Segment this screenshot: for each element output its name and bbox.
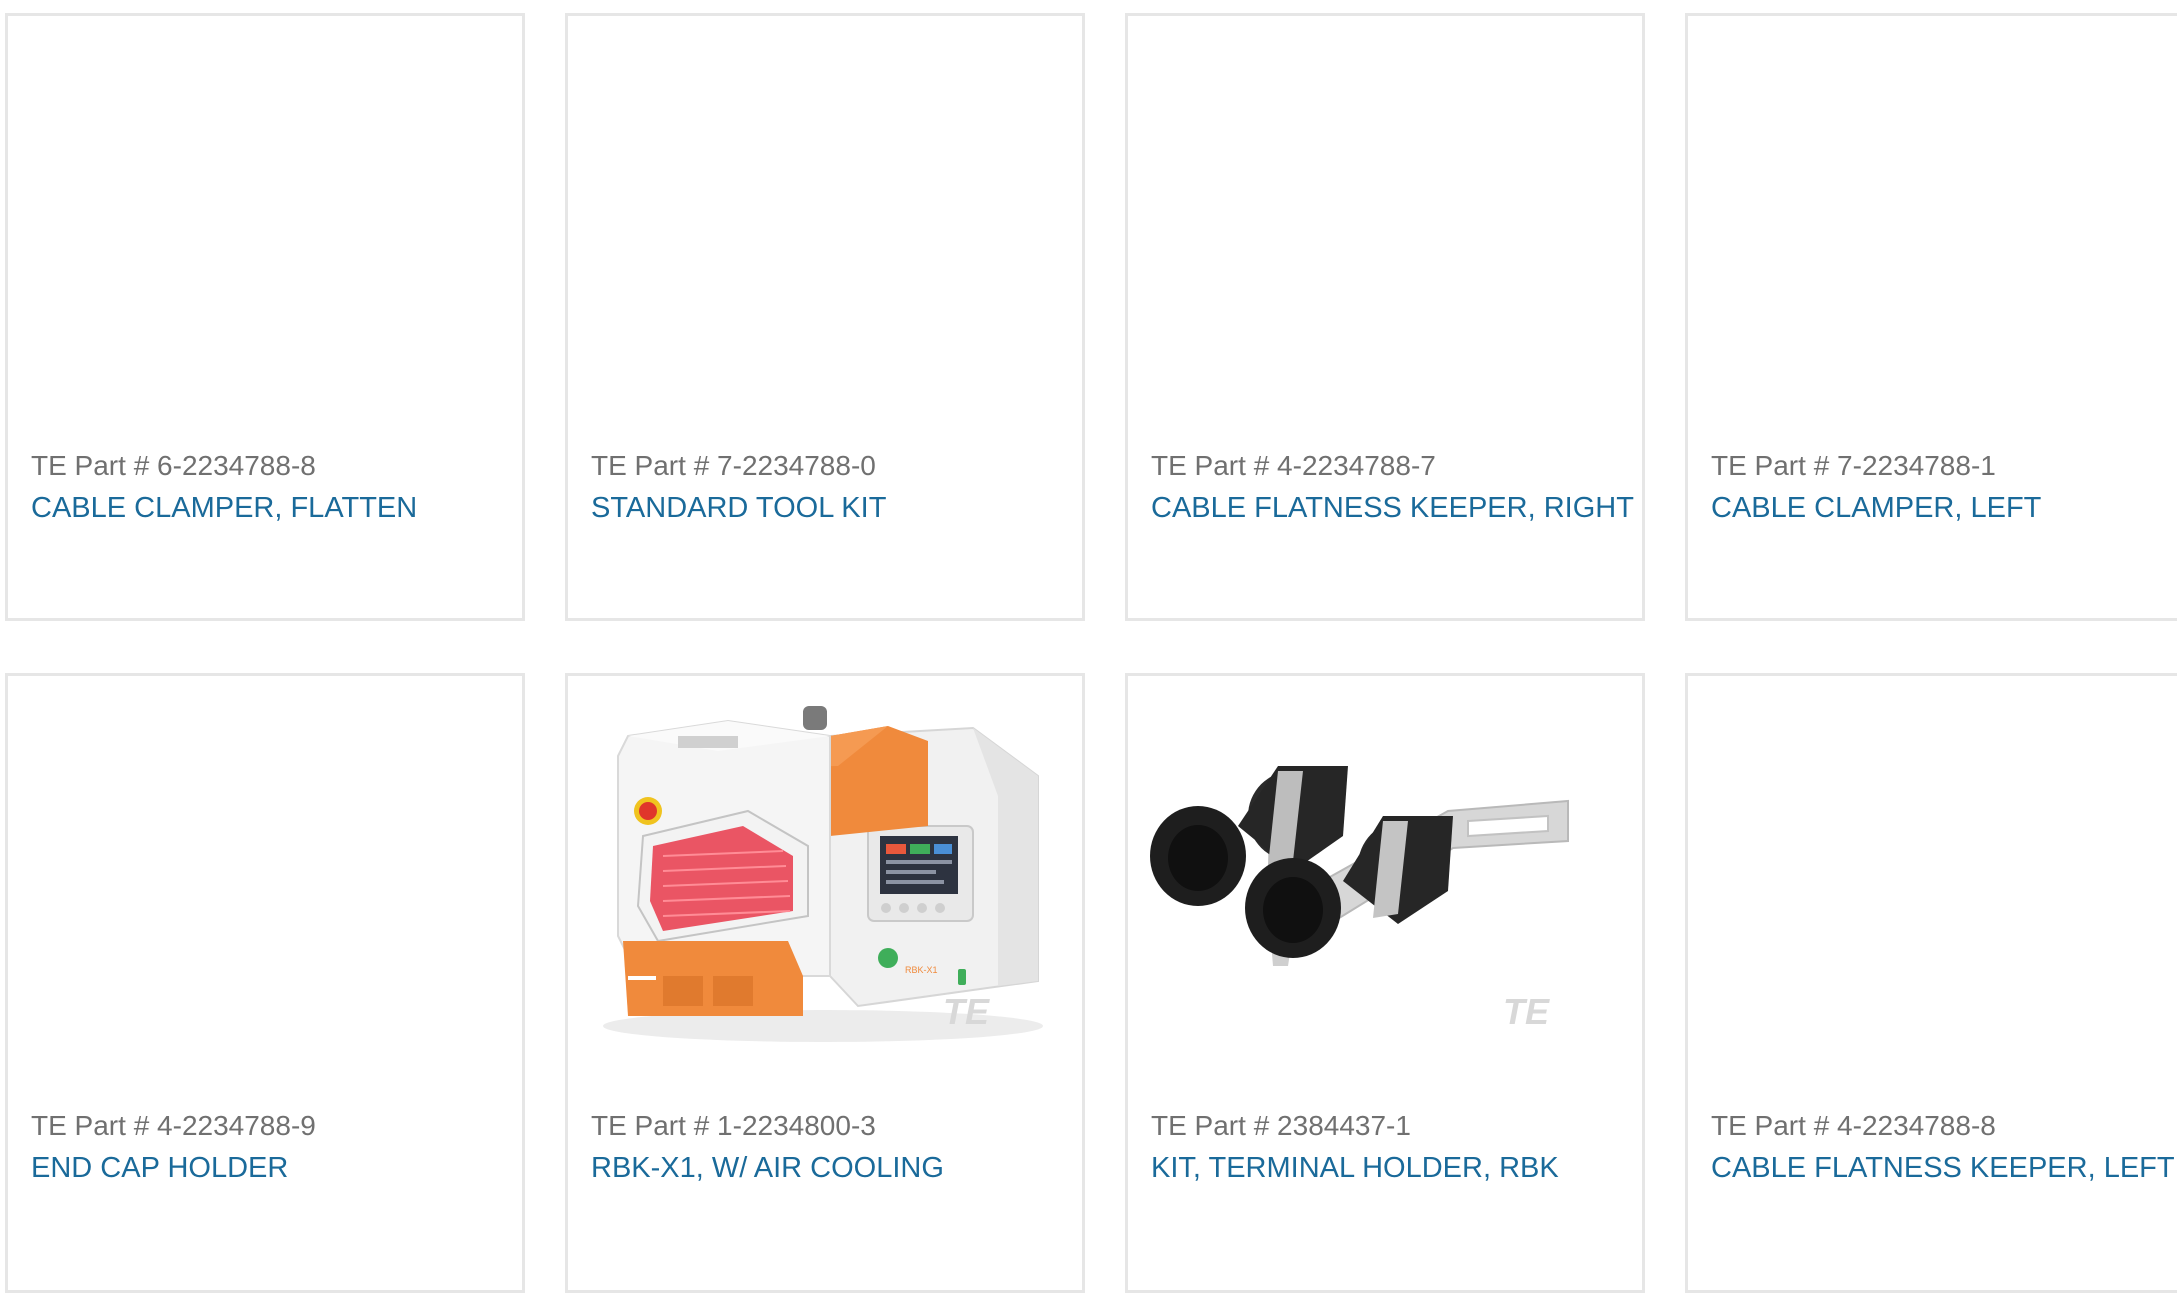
product-image-placeholder[interactable] xyxy=(8,16,522,436)
part-number: TE Part # 4-2234788-8 xyxy=(1711,1110,1996,1141)
product-image-placeholder[interactable] xyxy=(1688,676,2177,1096)
product-image-placeholder[interactable] xyxy=(1688,16,2177,436)
te-watermark: TE xyxy=(1503,991,1550,1032)
product-image-placeholder[interactable] xyxy=(568,16,1082,436)
product-card[interactable]: TE Part # 4-2234788-7 CABLE FLATNESS KEE… xyxy=(1125,13,1645,621)
product-card[interactable]: TE Part # 7-2234788-0 STANDARD TOOL KIT xyxy=(565,13,1085,621)
product-card[interactable]: TE Part # 4-2234788-9 END CAP HOLDER xyxy=(5,673,525,1293)
part-number: TE Part # 4-2234788-9 xyxy=(31,1110,316,1141)
product-image-placeholder[interactable] xyxy=(8,676,522,1096)
part-number: TE Part # 2384437-1 xyxy=(1151,1110,1411,1141)
product-image-machine[interactable]: RBK-X1 TE xyxy=(568,676,1082,1096)
product-card[interactable]: TE TE Part # 2384437-1 KIT, TERMINAL HOL… xyxy=(1125,673,1645,1293)
product-image-terminal-holder[interactable]: TE xyxy=(1128,676,1642,1096)
product-card[interactable]: TE Part # 4-2234788-8 CABLE FLATNESS KEE… xyxy=(1685,673,2177,1293)
product-title-link[interactable]: RBK-X1, W/ AIR COOLING xyxy=(591,1152,944,1185)
product-title-link[interactable]: CABLE CLAMPER, FLATTEN xyxy=(31,492,417,525)
product-title-link[interactable]: CABLE FLATNESS KEEPER, RIGHT xyxy=(1151,492,1634,525)
product-title-link[interactable]: KIT, TERMINAL HOLDER, RBK xyxy=(1151,1152,1559,1185)
te-watermark: TE xyxy=(943,991,990,1032)
product-grid: TE Part # 6-2234788-8 CABLE CLAMPER, FLA… xyxy=(0,0,2177,1293)
product-image-placeholder[interactable] xyxy=(1128,16,1642,436)
part-number: TE Part # 1-2234800-3 xyxy=(591,1110,876,1141)
product-card[interactable]: RBK-X1 TE TE Part # 1-2234800-3 RBK-X1, … xyxy=(565,673,1085,1293)
product-card[interactable]: TE Part # 6-2234788-8 CABLE CLAMPER, FLA… xyxy=(5,13,525,621)
machine-model-label: RBK-X1 xyxy=(905,965,938,975)
product-title-link[interactable]: END CAP HOLDER xyxy=(31,1152,288,1185)
part-number: TE Part # 7-2234788-0 xyxy=(591,450,876,481)
product-card[interactable]: TE Part # 7-2234788-1 CABLE CLAMPER, LEF… xyxy=(1685,13,2177,621)
part-number: TE Part # 7-2234788-1 xyxy=(1711,450,1996,481)
terminal-holder-photo: TE xyxy=(1150,766,1569,1032)
part-number: TE Part # 6-2234788-8 xyxy=(31,450,316,481)
machine-photo: RBK-X1 TE xyxy=(603,706,1043,1042)
part-number: TE Part # 4-2234788-7 xyxy=(1151,450,1436,481)
product-title-link[interactable]: STANDARD TOOL KIT xyxy=(591,492,886,525)
product-title-link[interactable]: CABLE FLATNESS KEEPER, LEFT xyxy=(1711,1152,2175,1185)
product-title-link[interactable]: CABLE CLAMPER, LEFT xyxy=(1711,492,2041,525)
